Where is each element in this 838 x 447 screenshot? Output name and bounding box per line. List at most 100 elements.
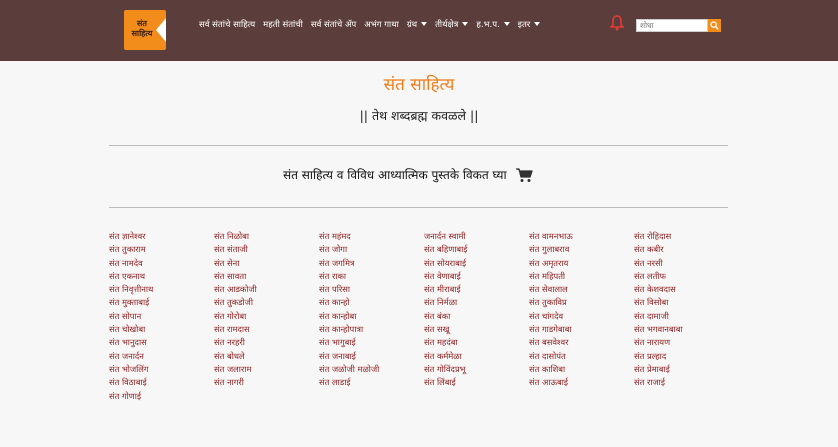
saint-link[interactable]: संत नरसी [634,257,683,270]
saint-link[interactable]: संत एकनाथ [109,270,153,283]
saint-link[interactable]: संत भगवानबाबा [634,323,683,336]
saint-link[interactable]: संत जोगा [319,243,379,256]
nav-item[interactable]: तीर्थक्षेत्र [435,19,469,30]
saint-link[interactable]: संत निर्मळा [424,296,467,309]
saint-link[interactable]: संत रोहिदास [634,230,683,243]
saint-link[interactable]: संत सेना [214,257,257,270]
saint-link[interactable]: संत नामदेव [109,257,153,270]
saint-link[interactable]: संत जलाराम [214,363,257,376]
nav-item-label: सर्व संतांचे ॲप [310,19,357,30]
page-title: संत साहित्य [383,75,455,95]
nav-item[interactable]: ह.भ.प. [476,19,510,30]
promo-text: संत साहित्य व विविध आध्यात्मिक पुस्तके व… [283,168,507,182]
book-purchase-link[interactable]: संत साहित्य व विविध आध्यात्मिक पुस्तके व… [283,166,533,183]
saint-link[interactable]: संत वेणाबाई [424,270,467,283]
nav-item-label: सर्व संतांचे साहित्य [199,19,256,30]
saint-link[interactable]: संत प्रल्हाद [634,350,683,363]
saint-link[interactable]: संत गोविंदप्रभू [424,363,467,376]
saint-link[interactable]: संत कर्ममेळा [424,350,467,363]
saints-column: संत महंमद संत जोगा संत जगमित्र संत राका संत … [319,230,379,390]
saint-link[interactable]: संत कान्हो [319,296,379,309]
nav-item[interactable]: ग्रंथ [406,19,428,30]
saint-link[interactable]: संत मीराबाई [424,283,467,296]
search-input[interactable] [636,19,708,32]
nav-item[interactable]: इतर [518,19,541,30]
saint-link[interactable]: संत भोजलिंग [109,363,153,376]
saint-link[interactable]: संत काशिबा [529,363,573,376]
saint-link[interactable]: संत सोपान [109,310,153,323]
saint-link[interactable]: संत वामनभाऊ [529,230,573,243]
saint-link[interactable]: जनार्दन स्वामी [424,230,467,243]
saint-link[interactable]: संत नारायण [634,336,683,349]
saint-link[interactable]: संत निळोबा [214,230,257,243]
saint-link[interactable]: संत सावता [214,270,257,283]
saint-link[interactable]: संत गुलाबराव [529,243,573,256]
saint-link[interactable]: संत रामदास [214,323,257,336]
saint-link[interactable]: संत लिंबाई [424,376,467,389]
saint-link[interactable]: संत निवृत्तीनाथ [109,283,153,296]
saint-link[interactable]: संत नरहरी [214,336,257,349]
saint-link[interactable]: संत बसवेश्वर [529,336,573,349]
saint-link[interactable]: संत परिसा [319,283,379,296]
saint-link[interactable]: संत जनार्दन [109,350,153,363]
saint-link[interactable]: संत गोरोबा [214,310,257,323]
search-button[interactable] [708,19,721,32]
saints-column: संत रोहिदास संत कबीर संत नरसी संत लतीफ संत क… [634,230,683,390]
chevron-down-icon [462,22,469,26]
saint-link[interactable]: संत महंमद [319,230,379,243]
saint-link[interactable]: संत केशवदास [634,283,683,296]
saints-column: संत ज्ञानेश्वर संत तुकाराम संत नामदेव संत ए… [109,230,153,403]
saint-link[interactable]: संत गोणाई [109,390,153,403]
saint-link[interactable]: संत गाडगेबाबा [529,323,573,336]
nav-item[interactable]: महती संतांची [263,19,303,30]
saint-link[interactable]: संत कबीर [634,243,683,256]
saint-link[interactable]: संत राका [319,270,379,283]
saint-link[interactable]: संत जगमित्र [319,257,379,270]
saint-link[interactable]: संत महिपती [529,270,573,283]
nav-item[interactable]: सर्व संतांचे ॲप [311,19,356,30]
saint-link[interactable]: संत अमृतराय [529,257,573,270]
saint-link[interactable]: संत चोखोबा [109,323,153,336]
saint-link[interactable]: संत भागुबाई [319,336,379,349]
saint-link[interactable]: संत जळोजी मळोजी [319,363,379,376]
shopping-cart-icon[interactable] [515,167,533,183]
saint-link[interactable]: संत सखू [424,323,467,336]
saint-link[interactable]: संत सोयराबाई [424,257,467,270]
saint-link[interactable]: संत आडकोजी [214,283,257,296]
saint-link[interactable]: संत विठाबाई [109,376,153,389]
saint-link[interactable]: संत संताजी [214,243,257,256]
saint-link[interactable]: संत ज्ञानेश्वर [109,230,153,243]
saint-link[interactable]: संत बंका [424,310,467,323]
saint-link[interactable]: संत लाडाई [319,376,379,389]
saint-link[interactable]: संत बहिणाबाई [424,243,467,256]
divider-top [109,145,728,146]
saint-link[interactable]: संत जनाबाई [319,350,379,363]
saint-link[interactable]: संत आऊबाई [529,376,573,389]
saint-link[interactable]: संत कान्होपात्रा [319,323,379,336]
saint-link[interactable]: संत दासोपंत [529,350,573,363]
saint-link[interactable]: संत मुक्ताबाई [109,296,153,309]
saint-link[interactable]: संत विसोबा [634,296,683,309]
saint-link[interactable]: संत बोधले [214,350,257,363]
chevron-down-icon [421,22,428,26]
nav-item-label: ग्रंथ [406,19,418,30]
saint-link[interactable]: संत भानुदास [109,336,153,349]
site-logo[interactable]: संत साहित्य [124,10,166,50]
saint-link[interactable]: संत नागरी [214,376,257,389]
saint-link[interactable]: संत लतीफ [634,270,683,283]
saint-link[interactable]: संत महदंबा [424,336,467,349]
saint-link[interactable]: संत दामाजी [634,310,683,323]
saint-link[interactable]: संत कान्होबा [319,310,379,323]
nav-item[interactable]: सर्व संतांचे साहित्य [199,19,255,30]
saint-link[interactable]: संत चांगदेव [529,310,573,323]
saint-link[interactable]: संत प्रेमाबाई [634,363,683,376]
logo-flag-shape [156,18,166,42]
saint-link[interactable]: संत तुकाराम [109,243,153,256]
saint-link[interactable]: संत तुकाविप्र [529,296,573,309]
saint-link[interactable]: संत तुकडोजी [214,296,257,309]
bell-icon[interactable] [610,15,624,31]
saint-link[interactable]: संत सेवालाल [529,283,573,296]
nav-item[interactable]: अभंग गाथा [364,19,399,30]
logo-text: संत साहित्य [131,19,153,38]
saint-link[interactable]: संत राजाई [634,376,683,389]
